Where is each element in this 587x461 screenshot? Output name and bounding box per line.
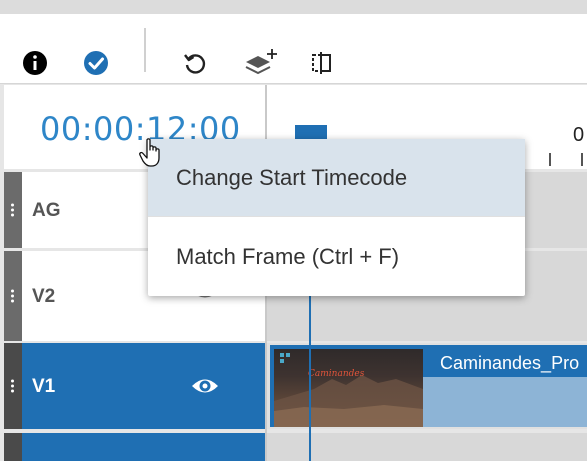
drag-handle-icon[interactable]	[4, 433, 22, 461]
hand-cursor-icon	[138, 138, 166, 168]
window-top-strip	[0, 0, 587, 14]
refresh-icon[interactable]	[182, 50, 208, 76]
clip-name: Caminandes_Pro	[440, 353, 580, 373]
track-header-next[interactable]	[4, 433, 265, 461]
track-lane-next[interactable]	[267, 433, 587, 461]
clip-thumbnail: Caminandes	[274, 349, 423, 427]
check-circle-icon[interactable]	[83, 50, 109, 76]
eye-icon[interactable]	[190, 375, 220, 402]
menu-item-match-frame[interactable]: Match Frame (Ctrl + F)	[148, 218, 525, 296]
menu-item-change-start-timecode[interactable]: Change Start Timecode	[148, 139, 525, 217]
track-label: AG	[32, 200, 61, 221]
track-header-v1[interactable]: V1	[4, 343, 265, 429]
toolbar-separator	[144, 28, 146, 72]
drag-handle-icon[interactable]	[4, 251, 22, 341]
track-label: V1	[32, 376, 56, 397]
context-menu: Change Start Timecode Match Frame (Ctrl …	[148, 139, 525, 296]
ruler-label: 0	[573, 124, 585, 146]
menu-divider	[148, 216, 525, 217]
split-icon[interactable]	[309, 50, 335, 76]
clip-waveform-area	[423, 377, 587, 427]
ruler-tick	[581, 153, 583, 166]
clip-thumb-title: Caminandes	[308, 369, 365, 379]
add-layer-icon[interactable]	[244, 49, 278, 76]
drag-handle-icon[interactable]	[4, 343, 22, 429]
toolbar	[0, 14, 587, 84]
ruler-tick	[549, 153, 551, 166]
track-label: V2	[32, 286, 56, 307]
info-icon[interactable]	[22, 50, 48, 76]
drag-handle-icon[interactable]	[4, 172, 22, 248]
video-clip[interactable]: Caminandes Caminandes_Pro	[270, 345, 587, 427]
